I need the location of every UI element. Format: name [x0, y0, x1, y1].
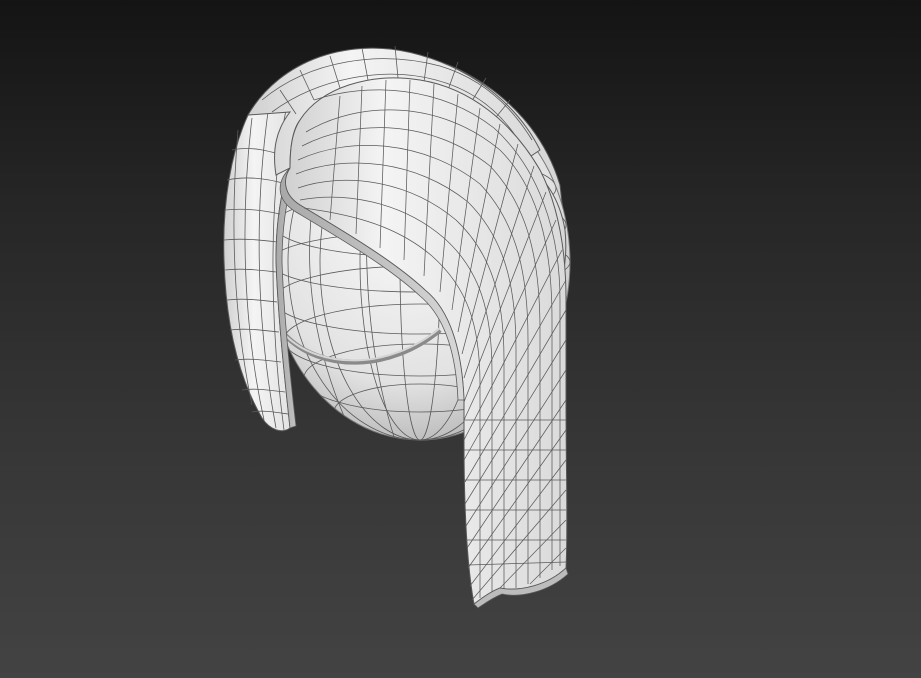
viewport-canvas[interactable] — [0, 0, 921, 678]
3d-viewport[interactable] — [0, 0, 921, 678]
